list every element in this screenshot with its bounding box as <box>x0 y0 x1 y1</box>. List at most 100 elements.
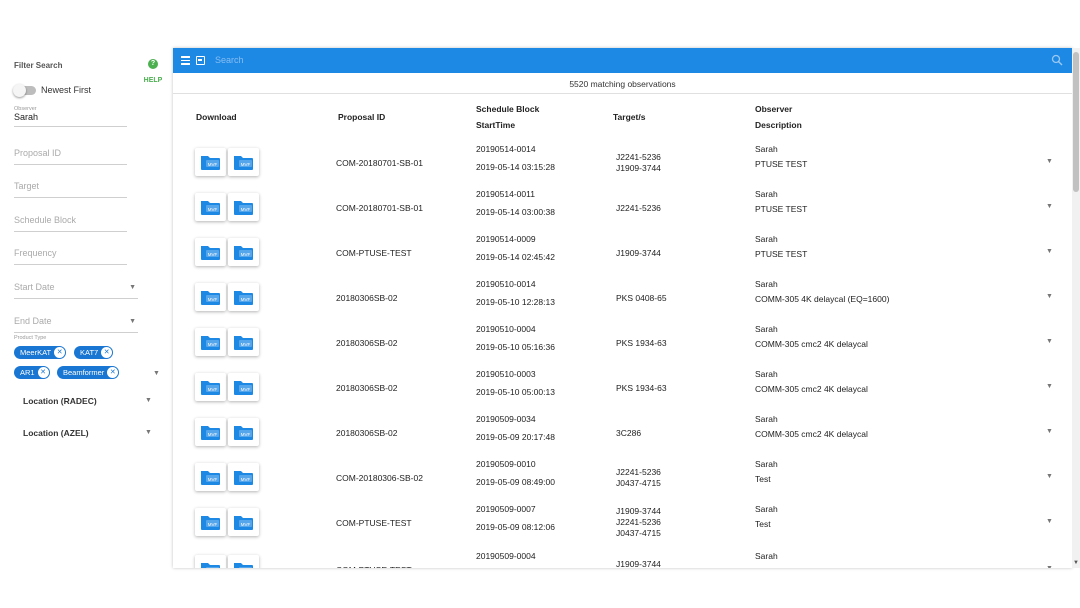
file-icon: MVF <box>234 246 253 260</box>
header-observer[interactable]: Observer <box>755 104 792 114</box>
observer-field[interactable]: Observer Sarah <box>14 106 127 127</box>
scrollbar[interactable]: ▼ <box>1072 48 1080 568</box>
svg-text:MVF: MVF <box>241 477 251 482</box>
result-count: 5520 matching observations <box>173 73 1072 94</box>
chevron-down-icon[interactable]: ▼ <box>145 429 152 436</box>
download-mvf-button[interactable]: MVF <box>195 238 226 266</box>
expand-row-icon[interactable]: ▼ <box>1046 473 1053 480</box>
start-date-field[interactable]: Start Date ▼ <box>14 282 138 299</box>
expand-row-icon[interactable]: ▼ <box>1046 428 1053 435</box>
table-row[interactable]: MVF MVF COM-PTUSE-TEST 20190514-0009 2019-05… <box>173 231 1065 276</box>
proposal-id-cell: 20180306SB-02 <box>336 383 398 393</box>
table-row[interactable]: MVF MVF 20180306SB-02 20190509-0034 2019-05-… <box>173 411 1065 456</box>
schedule-block-cell: 20190510-0003 <box>476 369 536 379</box>
download-mvf-button[interactable]: MVF <box>195 463 226 491</box>
table-row[interactable]: MVF MVF COM-20180701-SB-01 20190514-0014 201… <box>173 141 1065 186</box>
expand-row-icon[interactable]: ▼ <box>1046 383 1053 390</box>
header-proposal-id[interactable]: Proposal ID <box>338 112 385 122</box>
download-mvf-button[interactable]: MVF <box>228 555 259 568</box>
targets-cell: PKS 0408-65 <box>616 293 667 304</box>
proposal-id-cell: COM-PTUSE-TEST <box>336 563 412 568</box>
menu-icon[interactable] <box>181 56 190 65</box>
download-mvf-button[interactable]: MVF <box>195 283 226 311</box>
scrollbar-thumb[interactable] <box>1073 52 1079 192</box>
scroll-down-icon[interactable]: ▼ <box>1073 560 1079 566</box>
observer-cell: Sarah <box>755 551 778 561</box>
download-mvf-button[interactable]: MVF <box>228 328 259 356</box>
table-row[interactable]: MVF MVF 20180306SB-02 20190510-0004 2019-05-… <box>173 321 1065 366</box>
observer-cell: Sarah <box>755 189 778 199</box>
download-mvf-button[interactable]: MVF <box>195 418 226 446</box>
header-schedule-block[interactable]: Schedule Block <box>476 104 539 114</box>
chevron-down-icon[interactable]: ▼ <box>145 397 152 404</box>
target-name: J1909-3744 <box>616 163 661 173</box>
chevron-down-icon: ▼ <box>129 284 136 291</box>
search-icon[interactable] <box>1051 54 1063 66</box>
frequency-field[interactable]: Frequency <box>14 248 127 265</box>
chevron-down-icon: ▼ <box>129 318 136 325</box>
table-row[interactable]: MVF MVF 20180306SB-02 20190510-0014 2019-05-… <box>173 276 1065 321</box>
newest-first-toggle[interactable] <box>13 84 36 97</box>
header-start-time[interactable]: StartTime <box>476 120 515 130</box>
help-button[interactable]: ? HELP <box>141 59 165 87</box>
download-mvf-button[interactable]: MVF <box>228 463 259 491</box>
download-mvf-button[interactable]: MVF <box>228 508 259 536</box>
chip-remove-icon[interactable]: ✕ <box>101 347 113 358</box>
target-name: PKS 1934-63 <box>616 338 667 348</box>
location-azel-expander[interactable]: Location (AZEL) <box>23 428 89 438</box>
chip-remove-icon[interactable]: ✕ <box>54 347 66 358</box>
download-mvf-button[interactable]: MVF <box>195 373 226 401</box>
table-row[interactable]: MVF MVF COM-PTUSE-TEST 20190509-0007 2019-05… <box>173 501 1065 546</box>
expand-row-icon[interactable]: ▼ <box>1046 248 1053 255</box>
table-row[interactable]: MVF MVF COM-PTUSE-TEST 20190509-0004 J1909-3… <box>173 548 1065 568</box>
targets-cell: J2241-5236 <box>616 203 661 214</box>
svg-text:MVF: MVF <box>241 297 251 302</box>
download-mvf-button[interactable]: MVF <box>195 193 226 221</box>
download-mvf-button[interactable]: MVF <box>195 328 226 356</box>
svg-text:MVF: MVF <box>208 477 218 482</box>
observer-cell: Sarah <box>755 144 778 154</box>
observer-cell: Sarah <box>755 459 778 469</box>
download-mvf-button[interactable]: MVF <box>228 373 259 401</box>
description-cell: COMM-305 4K delaycal (EQ=1600) <box>755 294 890 304</box>
download-mvf-button[interactable]: MVF <box>228 418 259 446</box>
download-mvf-button[interactable]: MVF <box>228 283 259 311</box>
file-icon: MVF <box>234 426 253 440</box>
expand-row-icon[interactable]: ▼ <box>1046 293 1053 300</box>
svg-text:MVF: MVF <box>208 162 218 167</box>
end-date-field[interactable]: End Date ▼ <box>14 316 138 333</box>
expand-row-icon[interactable]: ▼ <box>1046 158 1053 165</box>
product-type-dropdown-icon[interactable]: ▼ <box>153 370 160 377</box>
download-mvf-button[interactable]: MVF <box>228 148 259 176</box>
expand-row-icon[interactable]: ▼ <box>1046 203 1053 210</box>
table-row[interactable]: MVF MVF COM-20180701-SB-01 20190514-0011 201… <box>173 186 1065 231</box>
chip-remove-icon[interactable]: ✕ <box>37 367 49 378</box>
observer-cell: Sarah <box>755 414 778 424</box>
download-mvf-button[interactable]: MVF <box>195 555 226 568</box>
schedule-block-cell: 20190514-0009 <box>476 234 536 244</box>
login-icon[interactable] <box>196 56 205 65</box>
target-field[interactable]: Target <box>14 181 127 198</box>
schedule-block-field[interactable]: Schedule Block <box>14 215 127 232</box>
chip-kat7: KAT7 ✕ <box>74 346 114 359</box>
table-row[interactable]: MVF MVF COM-20180306-SB-02 20190509-0010 201… <box>173 456 1065 501</box>
download-mvf-button[interactable]: MVF <box>195 508 226 536</box>
proposal-id-field[interactable]: Proposal ID <box>14 148 127 165</box>
download-mvf-button[interactable]: MVF <box>228 238 259 266</box>
search-input[interactable] <box>215 52 1035 68</box>
download-mvf-button[interactable]: MVF <box>228 193 259 221</box>
observer-cell: Sarah <box>755 504 778 514</box>
location-radec-expander[interactable]: Location (RADEC) <box>23 396 97 406</box>
expand-row-icon[interactable]: ▼ <box>1046 338 1053 345</box>
header-targets[interactable]: Target/s <box>613 112 645 122</box>
chip-remove-icon[interactable]: ✕ <box>107 367 119 378</box>
expand-row-icon[interactable]: ▼ <box>1046 565 1053 568</box>
description-cell: Test <box>755 474 771 484</box>
proposal-id-placeholder: Proposal ID <box>14 148 62 158</box>
expand-row-icon[interactable]: ▼ <box>1046 518 1053 525</box>
targets-cell: PKS 1934-63 <box>616 338 667 349</box>
target-name: J1909-3744 <box>616 248 661 258</box>
download-mvf-button[interactable]: MVF <box>195 148 226 176</box>
table-row[interactable]: MVF MVF 20180306SB-02 20190510-0003 2019-05-… <box>173 366 1065 411</box>
svg-text:MVF: MVF <box>241 162 251 167</box>
